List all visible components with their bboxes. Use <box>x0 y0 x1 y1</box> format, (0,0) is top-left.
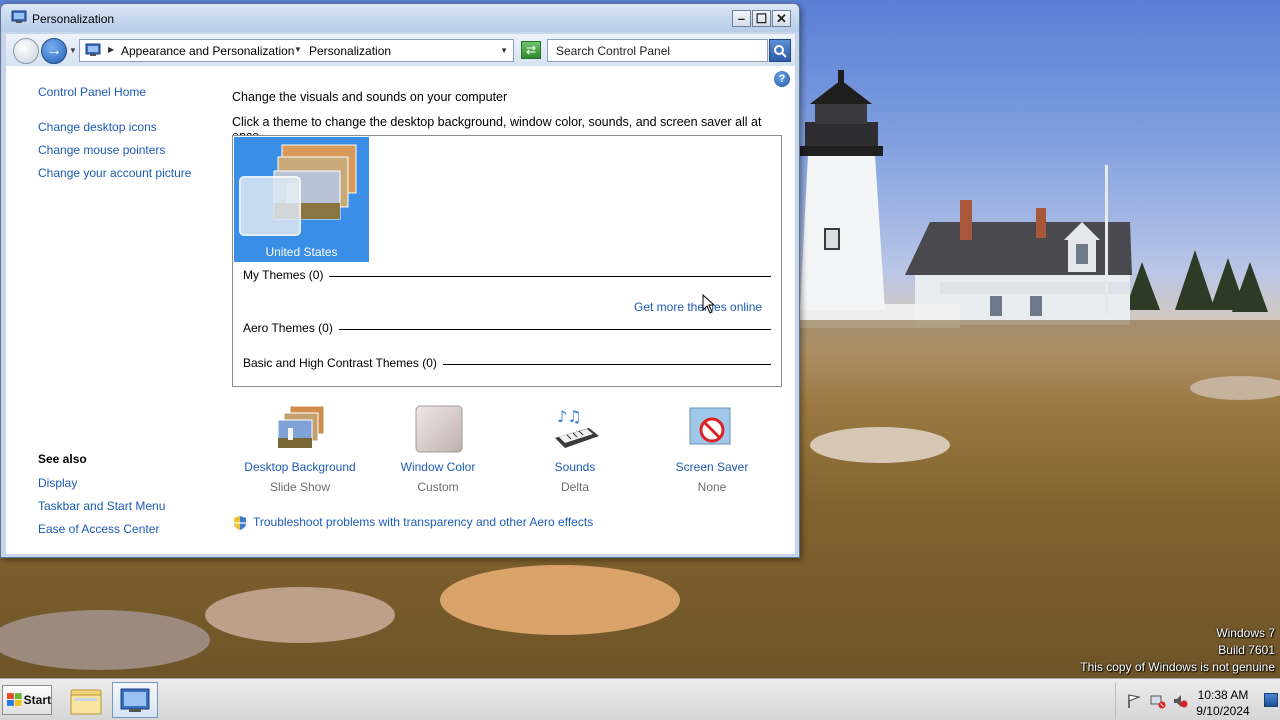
clock-time[interactable]: 10:38 AM <box>1188 688 1258 702</box>
window-color-item[interactable]: Window Color Custom <box>373 399 503 499</box>
minimize-button[interactable]: – <box>732 10 751 27</box>
search-icon <box>774 44 787 58</box>
shield-icon <box>234 516 246 530</box>
help-icon[interactable]: ? <box>774 71 790 87</box>
desktop-background-title[interactable]: Desktop Background <box>235 460 365 474</box>
screen-saver-icon <box>689 407 731 445</box>
see-also-heading: See also <box>38 452 87 466</box>
my-themes-label: My Themes (0) <box>243 268 330 282</box>
desktop-background-item[interactable]: Desktop Background Slide Show <box>235 399 365 499</box>
sounds-icon: ♪♫ <box>555 407 599 448</box>
sounds-value: Delta <box>560 480 589 494</box>
recent-pages-dropdown[interactable]: ▼ <box>69 46 77 55</box>
screen-saver-value: None <box>697 480 727 494</box>
refresh-button[interactable]: ⇄ <box>521 41 541 59</box>
display-link[interactable]: Display <box>38 476 77 490</box>
volume-muted-icon[interactable] <box>1172 693 1188 709</box>
window-color-title[interactable]: Window Color <box>373 460 503 474</box>
taskbar-control-panel-button[interactable] <box>112 682 158 718</box>
desktop-background-value: Slide Show <box>269 480 331 494</box>
minimize-icon: – <box>737 11 746 26</box>
screen-saver-title[interactable]: Screen Saver <box>647 460 777 474</box>
action-center-flag-icon[interactable] <box>1126 693 1142 709</box>
aero-themes-group: Aero Themes (0) <box>243 321 771 337</box>
network-disconnected-icon[interactable] <box>1150 693 1166 709</box>
window-color-value: Custom <box>417 480 459 494</box>
back-button[interactable] <box>13 38 39 64</box>
control-panel-icon <box>120 688 150 712</box>
close-button[interactable]: ✕ <box>772 10 791 27</box>
sounds-title[interactable]: Sounds <box>510 460 640 474</box>
page-heading: Change the visuals and sounds on your co… <box>232 90 508 104</box>
window-color-icon <box>415 405 463 453</box>
watermark-build: Build 7601 <box>1218 643 1275 657</box>
taskbar-start-menu-link[interactable]: Taskbar and Start Menu <box>38 499 165 513</box>
change-mouse-pointers-link[interactable]: Change mouse pointers <box>38 143 165 157</box>
maximize-icon: ☐ <box>755 10 768 26</box>
theme-united-states[interactable]: United States <box>234 137 369 262</box>
control-panel-home-link[interactable]: Control Panel Home <box>38 85 146 99</box>
svg-text:♪♫: ♪♫ <box>557 407 582 426</box>
watermark-os-name: Windows 7 <box>1216 626 1275 640</box>
maximize-button[interactable]: ☐ <box>752 10 771 27</box>
address-dropdown-icon[interactable]: ▼ <box>500 46 508 55</box>
forward-button[interactable]: → <box>41 38 67 64</box>
theme-list: United States My Themes (0) Get more the… <box>232 135 782 387</box>
system-tray: 10:38 AM 9/10/2024 <box>1115 683 1280 719</box>
breadcrumb-arrow-icon[interactable]: ▼ <box>294 45 302 54</box>
theme-preview-icon <box>239 144 357 236</box>
window-title: Personalization <box>32 12 115 26</box>
folder-icon <box>70 689 102 715</box>
control-panel-icon <box>11 10 27 23</box>
search-button[interactable] <box>769 39 791 62</box>
my-themes-group: My Themes (0) <box>243 268 771 284</box>
personalization-window: Personalization – ☐ ✕ → ▼ ▶ Appearance a… <box>0 3 800 558</box>
troubleshoot-aero-link[interactable]: Troubleshoot problems with transparency … <box>253 515 593 529</box>
change-account-picture-link[interactable]: Change your account picture <box>38 166 191 180</box>
title-bar[interactable]: Personalization – ☐ ✕ <box>1 4 799 32</box>
clock-date[interactable]: 9/10/2024 <box>1188 704 1258 718</box>
basic-themes-group: Basic and High Contrast Themes (0) <box>243 356 771 372</box>
basic-themes-label: Basic and High Contrast Themes (0) <box>243 356 443 370</box>
breadcrumb-personalization[interactable]: Personalization <box>309 44 391 58</box>
control-panel-icon <box>85 43 101 56</box>
breadcrumb-appearance[interactable]: Appearance and Personalization <box>121 44 294 58</box>
start-button[interactable]: Start <box>2 685 52 715</box>
mouse-cursor-icon <box>702 294 716 314</box>
change-desktop-icons-link[interactable]: Change desktop icons <box>38 120 157 134</box>
watermark-genuine-notice: This copy of Windows is not genuine <box>1080 660 1275 674</box>
search-input[interactable]: Search Control Panel <box>547 39 768 62</box>
theme-label: United States <box>265 245 338 259</box>
close-icon: ✕ <box>776 10 787 26</box>
taskbar-explorer-button[interactable] <box>62 682 108 718</box>
aero-themes-label: Aero Themes (0) <box>243 321 339 335</box>
show-desktop-button[interactable] <box>1264 693 1278 707</box>
address-bar[interactable]: ▶ Appearance and Personalization ▼ Perso… <box>79 39 514 62</box>
start-label: Start <box>23 693 51 707</box>
chevron-down-icon: ▼ <box>69 46 77 55</box>
breadcrumb-arrow-icon[interactable]: ▶ <box>108 45 114 54</box>
get-more-themes-link[interactable]: Get more themes online <box>634 300 762 314</box>
windows-logo-icon <box>6 693 22 706</box>
content-area: ? Control Panel Home Change desktop icon… <box>6 66 795 554</box>
desktop-background-icon <box>277 405 325 449</box>
refresh-icon: ⇄ <box>525 43 537 57</box>
taskbar: Start 10:38 AM 9/10/2024 <box>0 678 1280 720</box>
arrow-right-icon: → <box>46 42 62 59</box>
ease-of-access-link[interactable]: Ease of Access Center <box>38 522 159 536</box>
screen-saver-item[interactable]: Screen Saver None <box>647 399 777 499</box>
navigation-bar: → ▼ ▶ Appearance and Personalization ▼ P… <box>6 34 795 66</box>
sounds-item[interactable]: ♪♫ Sounds Delta <box>510 399 640 499</box>
